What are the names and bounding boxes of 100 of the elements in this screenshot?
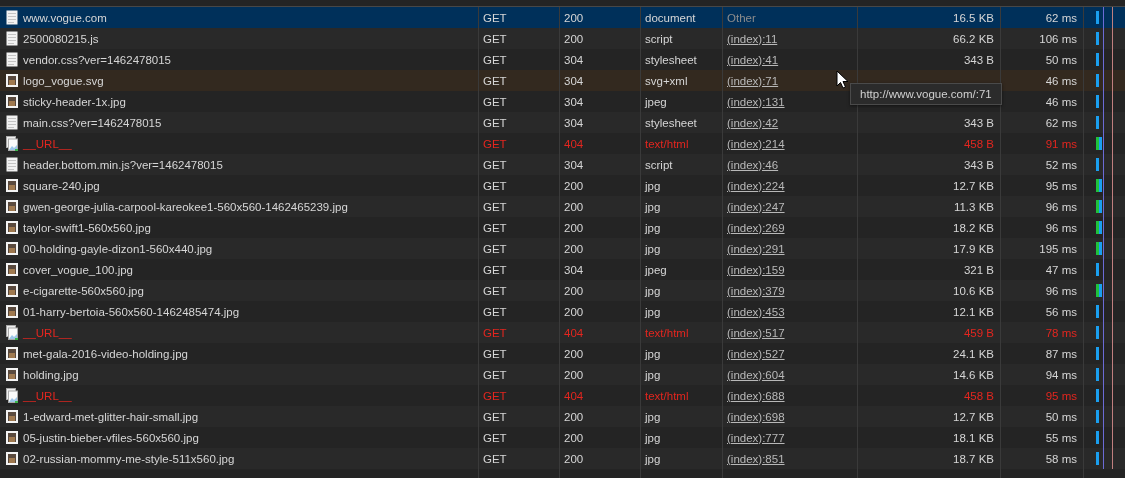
request-row[interactable]: 1-edward-met-glitter-hair-small.jpg GET 200 jpg (index):698 12.7 KB 50 ms — [0, 406, 1125, 427]
type-text: stylesheet — [645, 115, 697, 130]
image-icon — [6, 430, 18, 445]
request-name: 02-russian-mommy-me-style-511x560.jpg — [23, 451, 235, 466]
time-text: 78 ms — [1045, 325, 1077, 340]
type-text: jpg — [645, 178, 661, 193]
type-text: jpeg — [645, 262, 667, 277]
size-text: 12.7 KB — [953, 178, 994, 193]
image-icon — [6, 262, 18, 277]
status-code: 304 — [564, 52, 584, 67]
request-name: main.css?ver=1462478015 — [23, 115, 162, 130]
time-text: 94 ms — [1045, 367, 1077, 382]
type-text: text/html — [645, 325, 689, 340]
status-code: 304 — [564, 157, 584, 172]
initiator-link[interactable]: (index):517 — [727, 325, 785, 340]
status-code: 404 — [564, 136, 584, 151]
image-icon — [6, 94, 18, 109]
initiator-link[interactable]: (index):379 — [727, 283, 785, 298]
status-code: 304 — [564, 262, 584, 277]
initiator-link[interactable]: (index):224 — [727, 178, 785, 193]
initiator-link[interactable]: (index):777 — [727, 430, 785, 445]
status-code: 304 — [564, 94, 584, 109]
initiator-link[interactable]: (index):11 — [727, 31, 778, 46]
time-text: 56 ms — [1045, 304, 1077, 319]
image-icon — [6, 241, 18, 256]
method-text: GET — [483, 220, 507, 235]
request-name: logo_vogue.svg — [23, 73, 104, 88]
request-name: 05-justin-bieber-vfiles-560x560.jpg — [23, 430, 199, 445]
document-icon — [6, 157, 18, 172]
status-code: 200 — [564, 241, 584, 256]
method-text: GET — [483, 346, 507, 361]
initiator-link[interactable]: (index):851 — [727, 451, 785, 466]
status-code: 200 — [564, 367, 584, 382]
status-code: 404 — [564, 325, 584, 340]
size-text: 18.1 KB — [953, 430, 994, 445]
status-code: 200 — [564, 304, 584, 319]
type-text: jpg — [645, 409, 661, 424]
size-text: 18.2 KB — [953, 220, 994, 235]
initiator-link[interactable]: (index):71 — [727, 73, 779, 88]
type-text: jpg — [645, 304, 661, 319]
status-code: 200 — [564, 346, 584, 361]
initiator-link[interactable]: (index):159 — [727, 262, 785, 277]
type-text: jpg — [645, 346, 661, 361]
initiator-link[interactable]: (index):698 — [727, 409, 785, 424]
document-icon — [6, 31, 18, 46]
request-row[interactable]: holding.jpg GET 200 jpg (index):604 14.6 KB 94 ms — [0, 364, 1125, 385]
time-text: 96 ms — [1045, 199, 1077, 214]
request-row[interactable]: 2500080215.js GET 200 script (index):11 66.2 KB 106 ms — [0, 28, 1125, 49]
initiator-link[interactable]: (index):291 — [727, 241, 785, 256]
status-code: 304 — [564, 73, 584, 88]
initiator-link[interactable]: (index):42 — [727, 115, 779, 130]
request-row[interactable]: 02-russian-mommy-me-style-511x560.jpg GET 200 jpg (index):851 18.7 KB 58 ms — [0, 448, 1125, 469]
request-row[interactable]: www.vogue.com GET 200 document Other 16.5 KB 62 ms — [0, 7, 1125, 28]
image-icon — [6, 367, 18, 382]
status-code: 200 — [564, 220, 584, 235]
request-row[interactable]: header.bottom.min.js?ver=1462478015 GET 304 script (index):46 343 B 52 ms — [0, 154, 1125, 175]
request-name: square-240.jpg — [23, 178, 100, 193]
status-code: 200 — [564, 430, 584, 445]
initiator-link[interactable]: (index):527 — [727, 346, 785, 361]
initiator-link[interactable]: (index):46 — [727, 157, 779, 172]
method-text: GET — [483, 451, 507, 466]
status-code: 304 — [564, 115, 584, 130]
image-icon — [6, 199, 18, 214]
initiator-link[interactable]: (index):269 — [727, 220, 785, 235]
status-code: 200 — [564, 283, 584, 298]
time-text: 46 ms — [1045, 73, 1077, 88]
initiator-link[interactable]: (index):41 — [727, 52, 779, 67]
size-text: 17.9 KB — [953, 241, 994, 256]
type-text: script — [645, 31, 673, 46]
size-text: 14.6 KB — [953, 367, 994, 382]
request-row[interactable]: 00-holding-gayle-dizon1-560x440.jpg GET 200 jpg (index):291 17.9 KB 195 ms — [0, 238, 1125, 259]
initiator-link[interactable]: (index):214 — [727, 136, 785, 151]
request-row[interactable]: e-cigarette-560x560.jpg GET 200 jpg (index):379 10.6 KB 96 ms — [0, 280, 1125, 301]
initiator-link[interactable]: (index):247 — [727, 199, 785, 214]
image-icon — [6, 73, 18, 88]
document-icon — [6, 115, 18, 130]
status-code: 200 — [564, 199, 584, 214]
time-text: 47 ms — [1045, 262, 1077, 277]
initiator-link[interactable]: (index):688 — [727, 388, 785, 403]
initiator-link[interactable]: (index):604 — [727, 367, 785, 382]
image-icon — [6, 304, 18, 319]
time-text: 62 ms — [1045, 115, 1077, 130]
initiator-link[interactable]: (index):453 — [727, 304, 785, 319]
time-text: 87 ms — [1045, 346, 1077, 361]
time-text: 62 ms — [1045, 10, 1077, 25]
type-text: text/html — [645, 136, 689, 151]
size-text: 458 B — [963, 136, 994, 151]
initiator-link[interactable]: (index):131 — [727, 94, 785, 109]
time-text: 46 ms — [1045, 94, 1077, 109]
request-row[interactable]: logo_vogue.svg GET 304 svg+xml (index):71 46 ms — [0, 70, 1125, 91]
time-text: 95 ms — [1045, 178, 1077, 193]
method-text: GET — [483, 325, 507, 340]
request-row[interactable]: gwen-george-julia-carpool-kareokee1-560x560-1462465239.jpg GET 200 jpg (index):247 11.3 KB 96 ms — [0, 196, 1125, 217]
type-text: jpg — [645, 367, 661, 382]
request-row[interactable]: __URL__ GET 404 text/html (index):517 459 B 78 ms — [0, 322, 1125, 343]
type-text: jpg — [645, 199, 661, 214]
request-row[interactable]: main.css?ver=1462478015 GET 304 stylesheet (index):42 343 B 62 ms — [0, 112, 1125, 133]
status-code: 404 — [564, 388, 584, 403]
time-text: 95 ms — [1045, 388, 1077, 403]
size-text: 16.5 KB — [953, 10, 994, 25]
